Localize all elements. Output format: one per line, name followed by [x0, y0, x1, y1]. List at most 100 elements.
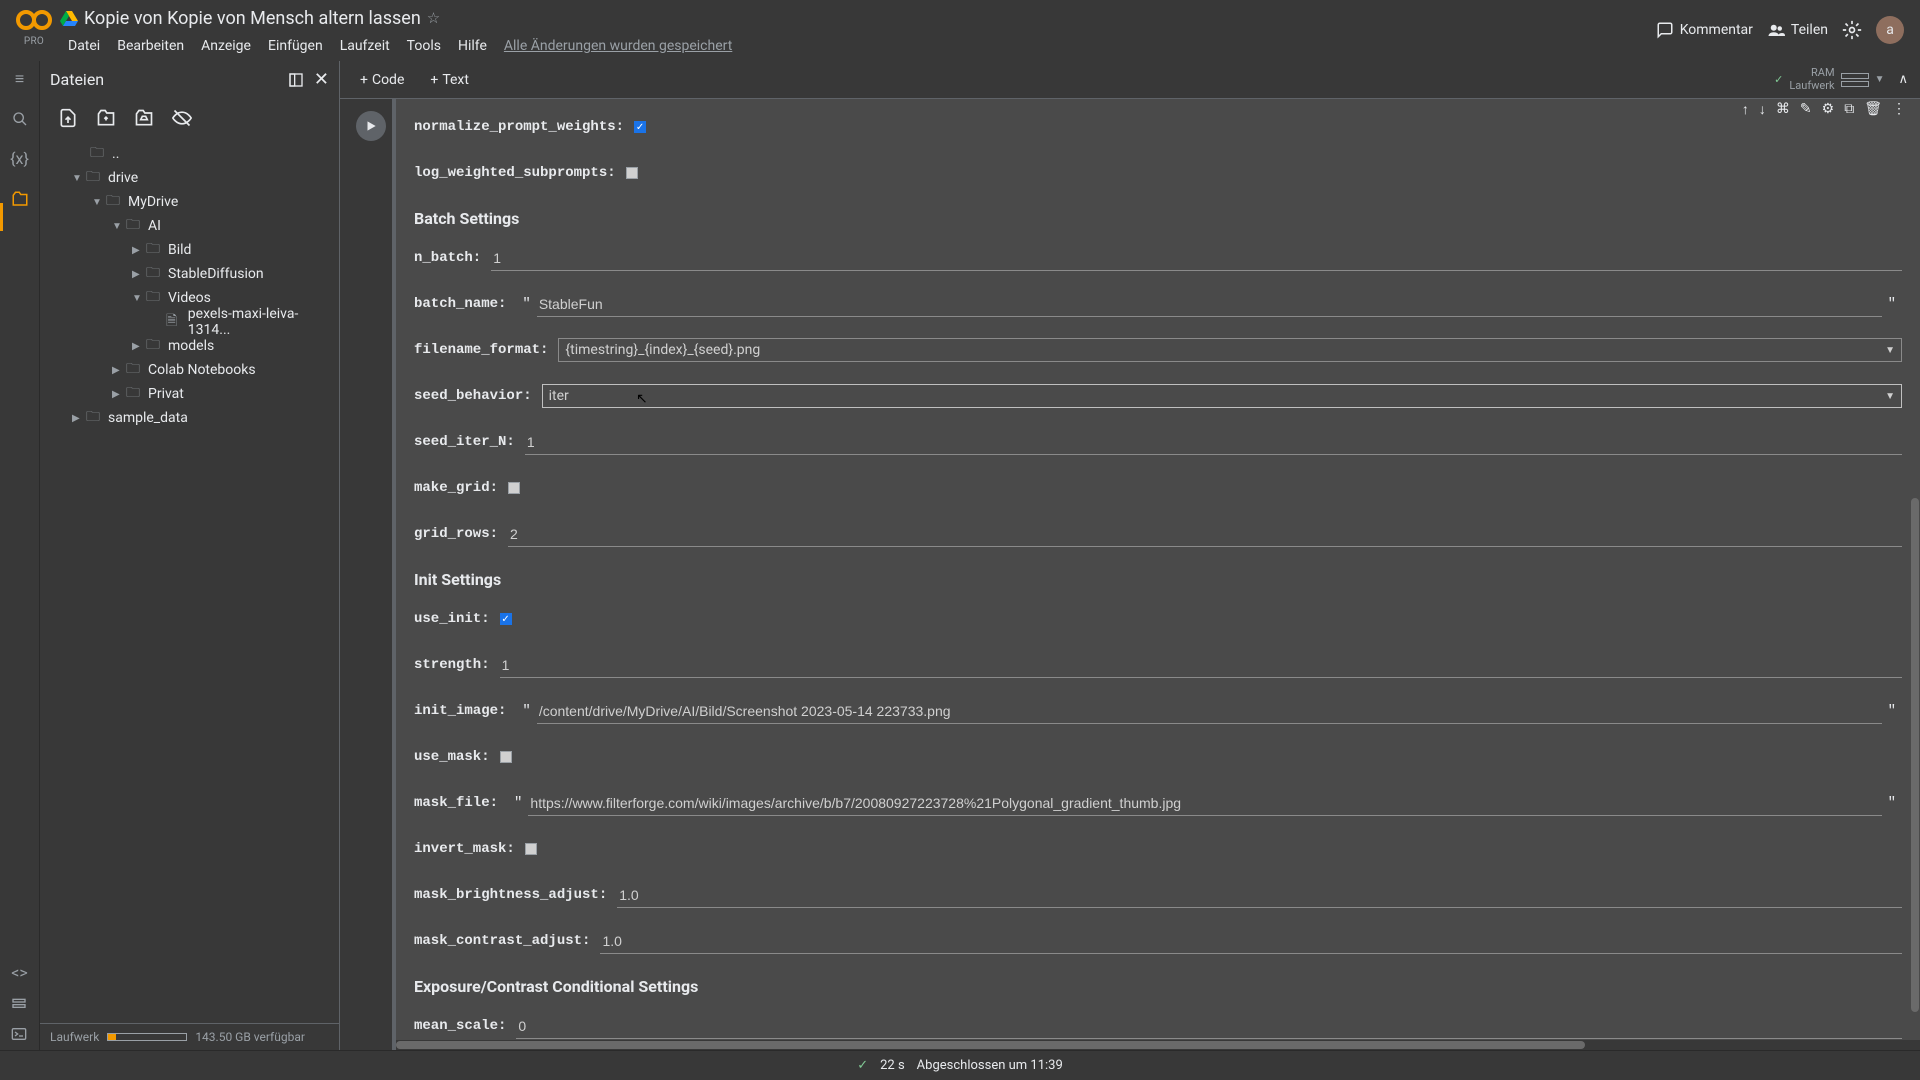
field-mask-brightness-adjust: mask_brightness_adjust:	[414, 877, 1902, 913]
tree-item-mydrive[interactable]: ▼🗀MyDrive	[40, 190, 339, 214]
tree-item-colab[interactable]: ▶🗀Colab Notebooks	[40, 358, 339, 382]
menu-datei[interactable]: Datei	[60, 34, 108, 58]
gear-icon[interactable]: ⚙	[1818, 99, 1839, 122]
tree-item-sample[interactable]: ▶🗀sample_data	[40, 406, 339, 430]
chevron-down-icon[interactable]: ▼	[112, 221, 124, 232]
more-icon[interactable]: ⋮	[1888, 99, 1910, 122]
search-icon[interactable]	[12, 111, 28, 127]
tree-item-pexels[interactable]: 🗎pexels-maxi-leiva-1314...	[40, 310, 339, 334]
resource-status[interactable]: ✓ RAM Laufwerk ▼	[1774, 67, 1884, 91]
input-mask-file[interactable]	[528, 791, 1881, 816]
toolbar: +Code +Text ✓ RAM Laufwerk ▼ ∧	[340, 61, 1920, 99]
add-code-button[interactable]: +Code	[352, 68, 412, 92]
disk-label: Laufwerk	[50, 1030, 99, 1044]
menu-tools[interactable]: Tools	[399, 34, 449, 58]
kommentar-button[interactable]: Kommentar	[1656, 21, 1753, 39]
code-snippets-icon[interactable]: <>	[11, 963, 28, 982]
chevron-right-icon[interactable]: ▶	[132, 269, 144, 280]
close-icon[interactable]: ✕	[314, 69, 329, 90]
tree-item-drive[interactable]: ▼🗀drive	[40, 166, 339, 190]
folder-icon: 🗀	[86, 406, 102, 430]
chevron-down-icon[interactable]: ▼	[92, 197, 104, 208]
input-grid-rows[interactable]	[508, 522, 1902, 547]
chevron-down-icon[interactable]: ▼	[72, 173, 84, 184]
link-icon[interactable]: ⌘	[1772, 99, 1794, 122]
vertical-scrollbar[interactable]	[1910, 99, 1920, 1050]
move-up-icon[interactable]: ↑	[1738, 99, 1753, 122]
menu-laufzeit[interactable]: Laufzeit	[332, 34, 398, 58]
input-init-image[interactable]	[537, 699, 1882, 724]
toc-icon[interactable]: ≡	[15, 69, 24, 89]
field-use-init: use_init:	[414, 601, 1902, 637]
caret-down-icon[interactable]: ▼	[1875, 74, 1885, 85]
chevron-up-icon[interactable]: ∧	[1898, 72, 1908, 87]
popout-icon[interactable]	[288, 69, 304, 90]
chevron-right-icon[interactable]: ▶	[112, 389, 124, 400]
delete-icon[interactable]: 🗑	[1860, 99, 1886, 122]
save-status[interactable]: Alle Änderungen wurden gespeichert	[504, 38, 732, 54]
mirror-icon[interactable]: ⧉	[1840, 99, 1858, 122]
teilen-button[interactable]: Teilen	[1767, 21, 1828, 39]
field-seed-behavior: seed_behavior: iter ▼	[414, 378, 1902, 414]
caret-down-icon: ▼	[1885, 345, 1895, 356]
tree-item-privat[interactable]: ▶🗀Privat	[40, 382, 339, 406]
checkbox-use-mask[interactable]	[500, 751, 512, 763]
tree-item-bild[interactable]: ▶🗀Bild	[40, 238, 339, 262]
chevron-right-icon[interactable]: ▶	[72, 413, 84, 424]
tree-item-ai[interactable]: ▼🗀AI	[40, 214, 339, 238]
input-batch-name[interactable]	[537, 292, 1882, 317]
tree-item-parent[interactable]: 🗀..	[40, 142, 339, 166]
chevron-down-icon[interactable]: ▼	[132, 293, 144, 304]
select-filename-format[interactable]: {timestring}_{index}_{seed}.png ▼	[558, 338, 1902, 362]
avatar[interactable]: a	[1876, 16, 1904, 44]
checkbox-normalize-prompt-weights[interactable]	[634, 121, 646, 133]
hidden-files-icon[interactable]	[172, 108, 192, 128]
menu-hilfe[interactable]: Hilfe	[450, 34, 495, 58]
chevron-right-icon[interactable]: ▶	[132, 245, 144, 256]
mount-drive-icon[interactable]	[134, 108, 154, 128]
checkbox-make-grid[interactable]	[508, 482, 520, 494]
chevron-right-icon[interactable]: ▶	[132, 341, 144, 352]
colab-logo-icon[interactable]	[16, 8, 52, 32]
input-seed-iter-n[interactable]	[525, 430, 1902, 455]
terminal-icon[interactable]	[11, 1026, 28, 1042]
checkbox-use-init[interactable]	[500, 613, 512, 625]
comment-icon[interactable]: ✎	[1796, 99, 1816, 122]
menu-bearbeiten[interactable]: Bearbeiten	[109, 34, 192, 58]
input-mask-brightness-adjust[interactable]	[617, 883, 1902, 908]
select-seed-behavior[interactable]: iter ▼	[542, 384, 1902, 408]
files-icon[interactable]	[11, 190, 29, 208]
document-title[interactable]: Kopie von Kopie von Mensch altern lassen	[84, 8, 421, 29]
checkbox-log-weighted-subprompts[interactable]	[626, 167, 638, 179]
input-n-batch[interactable]	[491, 246, 1902, 271]
horizontal-scrollbar[interactable]	[396, 1040, 1920, 1050]
input-mask-contrast-adjust[interactable]	[600, 929, 1902, 954]
field-n-batch: n_batch:	[414, 240, 1902, 276]
field-batch-name: batch_name: " "	[414, 286, 1902, 322]
gear-icon[interactable]	[1842, 20, 1862, 40]
command-palette-icon[interactable]	[11, 996, 28, 1012]
upload-icon[interactable]	[58, 108, 78, 128]
tree-item-stablediffusion[interactable]: ▶🗀StableDiffusion	[40, 262, 339, 286]
folder-icon: 🗀	[126, 214, 142, 238]
menu-anzeige[interactable]: Anzeige	[193, 34, 259, 58]
left-rail: ≡ {x} <>	[0, 61, 40, 1050]
run-cell-button[interactable]	[356, 111, 386, 141]
folder-icon: 🗀	[126, 382, 142, 406]
field-filename-format: filename_format: {timestring}_{index}_{s…	[414, 332, 1902, 368]
input-mean-scale[interactable]	[516, 1014, 1902, 1039]
field-seed-iter-n: seed_iter_N:	[414, 424, 1902, 460]
refresh-icon[interactable]	[96, 108, 116, 128]
field-make-grid: make_grid:	[414, 470, 1902, 506]
status-bar: ✓ 22 s Abgeschlossen um 11:39	[0, 1050, 1920, 1080]
star-icon[interactable]: ☆	[427, 9, 440, 27]
chevron-right-icon[interactable]: ▶	[112, 365, 124, 376]
variables-icon[interactable]: {x}	[10, 149, 29, 168]
add-text-button[interactable]: +Text	[422, 68, 477, 92]
input-strength[interactable]	[500, 653, 1902, 678]
field-mean-scale: mean_scale:	[414, 1008, 1902, 1044]
menu-einfuegen[interactable]: Einfügen	[260, 34, 331, 58]
cell: ↑ ↓ ⌘ ✎ ⚙ ⧉ 🗑 ⋮ normalize_prompt_weights…	[340, 99, 1920, 1050]
checkbox-invert-mask[interactable]	[525, 843, 537, 855]
move-down-icon[interactable]: ↓	[1755, 99, 1770, 122]
